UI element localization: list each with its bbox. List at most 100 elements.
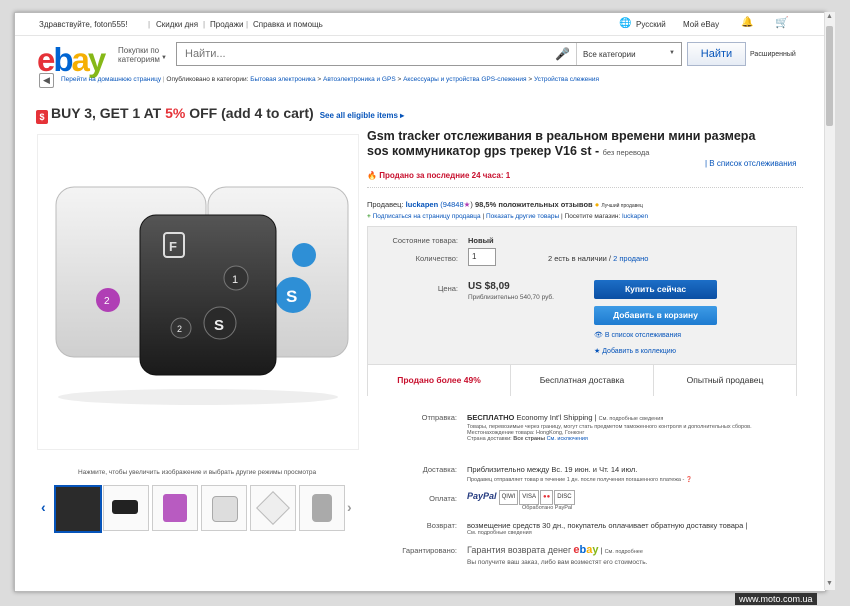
thumbnail[interactable] — [54, 485, 102, 533]
top-seller-icon: ● — [594, 200, 600, 209]
help-link[interactable]: Справка и помощь — [253, 20, 323, 29]
deals-link[interactable]: Скидки дня — [156, 20, 198, 29]
search-bar: 🎤 Все категории ▼ — [176, 42, 682, 66]
price-rub: Приблизительно 540,70 руб. — [468, 294, 554, 301]
price-tag-icon: $ — [36, 110, 48, 124]
divider — [367, 187, 803, 188]
category-select[interactable]: Все категории ▼ — [576, 43, 683, 65]
buy-now-button[interactable]: Купить сейчас — [594, 280, 717, 299]
svg-text:S: S — [286, 287, 297, 306]
search-input[interactable] — [183, 47, 547, 61]
breadcrumb-item[interactable]: Аксессуары и устройства GPS-слежения — [403, 76, 526, 83]
zoom-hint: Нажмите, чтобы увеличить изображение и в… — [77, 469, 317, 476]
thumbnail-strip: ‹ › — [37, 485, 357, 533]
add-watchlist-link[interactable]: 👁 В список отслеживания — [594, 331, 681, 339]
price: US $8,09 — [468, 281, 510, 292]
svg-text:S: S — [214, 317, 224, 334]
watchlist-link[interactable]: | В список отслеживания — [705, 159, 796, 168]
badges-row: Продано более 49% Бесплатная доставка Оп… — [368, 364, 796, 396]
greeting-link[interactable]: Здравствуйте, foton555! — [39, 20, 128, 29]
eye-icon: 👁 — [594, 332, 603, 339]
quantity-input[interactable]: 1 — [468, 248, 496, 266]
bell-icon[interactable]: 🔔 — [741, 17, 753, 28]
add-collection-link[interactable]: ★ Добавить в коллекцию — [594, 347, 676, 355]
sold-24h: 🔥 Продано за последние 24 часа: 1 — [367, 171, 511, 180]
flame-icon: 🔥 — [367, 171, 377, 180]
guarantee-details-link[interactable]: См. подробнее — [605, 549, 643, 555]
cart-icon[interactable]: 🛒 — [775, 16, 789, 29]
see-eligible-link[interactable]: See all eligible items ▸ — [320, 111, 405, 120]
paypal-logo: PayPal — [467, 491, 497, 502]
sold-count-link[interactable]: 2 продано — [613, 254, 648, 263]
svg-text:F: F — [169, 239, 177, 254]
top-bar: Здравствуйте, foton555! | Скидки дня | П… — [15, 13, 825, 36]
visa-icon: VISA — [519, 490, 539, 505]
shipping-info: БЕСПЛАТНО Economy Int'l Shipping | См. п… — [467, 413, 752, 442]
shipping-details-link[interactable]: См. подробные сведения — [599, 416, 664, 422]
chevron-down-icon: ▼ — [669, 50, 675, 56]
chevron-right-icon[interactable]: › — [347, 499, 352, 515]
thumbnail[interactable] — [103, 485, 149, 531]
seller-links: + Подписаться на страницу продавца | Пок… — [367, 213, 649, 220]
scroll-thumb[interactable] — [826, 26, 833, 126]
qiwi-icon: QIWI — [498, 490, 519, 505]
chevron-left-icon[interactable]: ‹ — [41, 499, 46, 515]
condition-value: Новый — [468, 236, 494, 245]
gps-tracker-photo: 2 S F 1 S 2 — [55, 186, 349, 405]
star-icon: ★ — [594, 348, 601, 355]
home-link[interactable]: Перейти на домашнюю страницу — [61, 76, 161, 83]
sell-link[interactable]: Продажи — [210, 20, 243, 29]
return-details-link[interactable]: См. подробные сведения — [467, 530, 797, 536]
delivery-info: Приблизительно между Вс. 19 июн. и Чт. 1… — [467, 465, 693, 483]
subscribe-link[interactable]: Подписаться на страницу продавца — [373, 213, 481, 220]
add-to-cart-button[interactable]: Добавить в корзину — [594, 306, 717, 325]
microphone-icon[interactable]: 🎤 — [555, 47, 570, 61]
discover-icon: DISC — [554, 490, 575, 505]
seller-name-link[interactable]: luckapen — [406, 200, 439, 209]
mastercard-icon: ●● — [539, 490, 554, 505]
plus-icon: + — [367, 213, 371, 220]
promo-banner: $ BUY 3, GET 1 AT 5% OFF (add 4 to cart) S… — [36, 105, 404, 124]
seller-info: Продавец: luckapen (94848★) 98,5% положи… — [367, 200, 643, 209]
scroll-up-icon[interactable]: ▲ — [826, 13, 833, 21]
badge-seller: Опытный продавец — [686, 375, 764, 385]
my-ebay-link[interactable]: Мой eBay — [683, 20, 719, 29]
back-arrow-icon[interactable]: ◀ — [39, 73, 54, 88]
badge-shipping: Бесплатная доставка — [511, 365, 654, 396]
breadcrumb-item[interactable]: Автоэлектроника и GPS — [323, 76, 396, 83]
other-items-link[interactable]: Показать другие товары — [486, 213, 559, 220]
chevron-down-icon: ▼ — [161, 55, 167, 61]
help-icon[interactable]: ❓ — [686, 477, 693, 483]
seller-score-link[interactable]: (94848 — [440, 200, 463, 209]
language-link[interactable]: Русский — [636, 20, 666, 29]
thumbnail[interactable] — [299, 485, 345, 531]
badge-sold: Продано более 49% — [368, 365, 511, 396]
payment-info: PayPal QIWI VISA ●● DISC Обработано PayPal — [467, 490, 576, 511]
guarantee-info: Гарантия возврата денег ebay | См. подро… — [467, 544, 648, 566]
svg-text:1: 1 — [232, 274, 238, 286]
watermark: www.moto.com.ua — [735, 593, 817, 605]
purchase-box: Состояние товара: Новый Количество: 1 2 … — [367, 226, 797, 396]
store-link[interactable]: luckapen — [622, 213, 648, 220]
breadcrumb-item[interactable]: Бытовая электроника — [250, 76, 315, 83]
advanced-search-link[interactable]: Расширенный — [750, 51, 796, 58]
scrollbar[interactable]: ▲ ▼ — [824, 12, 835, 590]
breadcrumb-item[interactable]: Устройства слежения — [534, 76, 599, 83]
thumbnail[interactable] — [152, 485, 198, 531]
browser-window: Здравствуйте, foton555! | Скидки дня | П… — [14, 12, 826, 592]
return-info: возмещение средств 30 дн., покупатель оп… — [467, 521, 797, 536]
browse-categories[interactable]: Покупки по категориям — [118, 46, 164, 64]
ebay-mini-logo: ebay — [573, 544, 599, 556]
star-icon: ★ — [463, 200, 471, 209]
thumbnail[interactable] — [201, 485, 247, 531]
main-product-image[interactable]: 2 S F 1 S 2 — [37, 134, 359, 450]
svg-text:2: 2 — [104, 296, 110, 307]
product-title: Gsm tracker отслеживания в реальном врем… — [367, 129, 756, 158]
scroll-down-icon[interactable]: ▼ — [826, 580, 833, 588]
stock-info: 2 есть в наличии / 2 продано — [548, 254, 649, 263]
exclusions-link[interactable]: См. исключения — [547, 436, 588, 442]
search-button[interactable]: Найти — [687, 42, 746, 66]
svg-text:2: 2 — [177, 324, 182, 334]
globe-icon[interactable]: 🌐 — [619, 18, 631, 29]
thumbnail[interactable] — [250, 485, 296, 531]
